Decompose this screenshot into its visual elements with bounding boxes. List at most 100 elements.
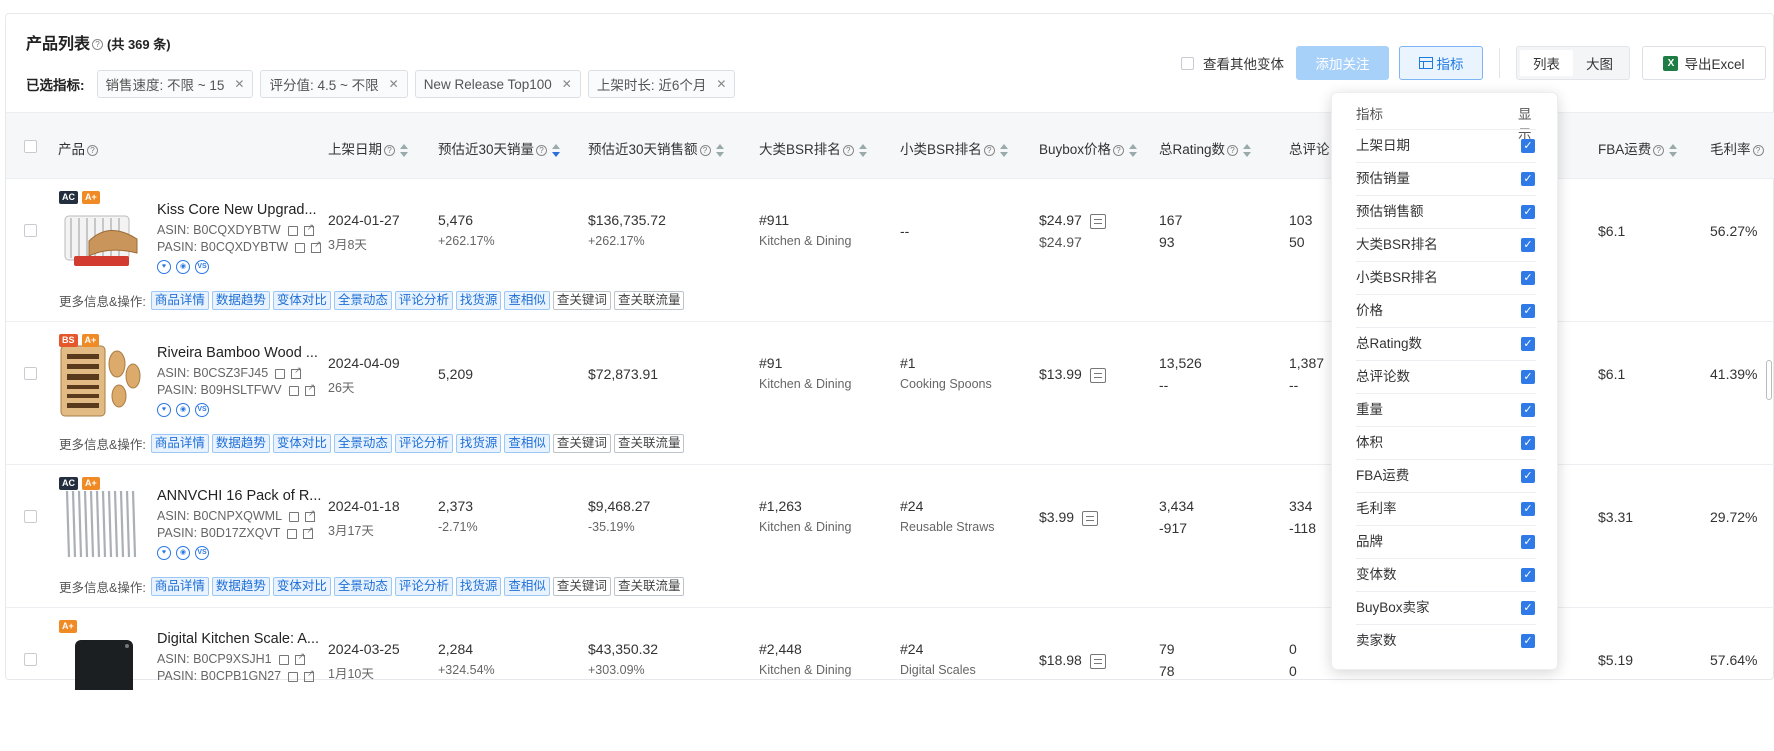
external-link-icon[interactable] [304, 668, 315, 682]
external-link-icon[interactable] [303, 525, 314, 539]
external-link-icon[interactable] [294, 651, 305, 665]
copy-icon[interactable] [278, 654, 289, 665]
product-image[interactable]: A+ [59, 616, 145, 704]
compare-icon[interactable]: VS [195, 545, 209, 560]
copy-icon[interactable] [288, 385, 299, 396]
sort-icon[interactable] [552, 143, 561, 157]
sort-icon[interactable] [999, 143, 1008, 157]
product-image[interactable]: AC A+ [59, 473, 145, 561]
view-icon[interactable]: ◉ [176, 402, 190, 417]
check-icon[interactable]: ✓ [1521, 139, 1535, 153]
help-icon[interactable]: ? [699, 144, 711, 156]
close-icon[interactable]: ✕ [234, 77, 244, 91]
column-reviews[interactable]: 总评论 [1289, 138, 1330, 158]
action-overview[interactable]: 全景动态 [333, 577, 392, 596]
close-icon[interactable]: ✕ [389, 77, 399, 91]
action-sourcing[interactable]: 找货源 [455, 577, 502, 596]
product-image[interactable]: AC A+ [59, 187, 145, 275]
export-excel-button[interactable]: X 导出Excel [1642, 46, 1766, 80]
product-title[interactable]: Kiss Core New Upgrad... [157, 202, 322, 218]
action-review-analysis[interactable]: 评论分析 [394, 577, 453, 596]
filter-chip[interactable]: 销售速度: 不限 ~ 15 ✕ [96, 70, 254, 98]
action-similar[interactable]: 查相似 [504, 291, 550, 310]
copy-icon[interactable] [295, 242, 306, 253]
indicator-item-volume[interactable]: 体积 ✓ [1356, 426, 1536, 459]
check-icon[interactable]: ✓ [1521, 535, 1535, 549]
column-rating-count[interactable]: 总Rating数? [1159, 138, 1252, 158]
view-grid-tab[interactable]: 大图 [1573, 50, 1626, 76]
check-icon[interactable]: ✓ [1521, 436, 1535, 450]
heart-icon[interactable]: ♥ [157, 402, 171, 417]
compare-icon[interactable]: VS [195, 402, 209, 417]
bsr-category[interactable]: Kitchen & Dining [759, 663, 851, 677]
external-link-icon[interactable] [291, 365, 302, 379]
view-list-tab[interactable]: 列表 [1520, 50, 1573, 76]
sort-icon[interactable] [1129, 143, 1138, 157]
indicator-item-weight[interactable]: 重量 ✓ [1356, 393, 1536, 426]
show-variants-toggle[interactable]: 查看其他变体 [1181, 53, 1284, 73]
column-bsr[interactable]: 大类BSR排名? [759, 138, 867, 158]
checkbox[interactable] [1181, 56, 1194, 70]
sort-icon[interactable] [400, 143, 408, 157]
row-checkbox[interactable] [24, 367, 37, 380]
column-est-revenue[interactable]: 预估近30天销售额? [588, 138, 724, 158]
sort-icon[interactable] [858, 143, 867, 157]
row-checkbox[interactable] [24, 510, 37, 523]
action-trend[interactable]: 数据趋势 [211, 577, 270, 596]
help-icon[interactable]: ? [92, 39, 104, 51]
indicator-item-variant-count[interactable]: 变体数 ✓ [1356, 558, 1536, 591]
action-variant-compare[interactable]: 变体对比 [272, 291, 331, 310]
heart-icon[interactable]: ♥ [157, 545, 171, 560]
help-icon[interactable]: ? [842, 144, 854, 156]
action-detail[interactable]: 商品详情 [150, 434, 209, 453]
action-detail[interactable]: 商品详情 [150, 291, 209, 310]
action-traffic[interactable]: 查关联流量 [613, 577, 685, 596]
indicator-button[interactable]: 指标 [1399, 46, 1483, 80]
copy-icon[interactable] [275, 368, 286, 379]
check-icon[interactable]: ✓ [1521, 469, 1535, 483]
check-icon[interactable]: ✓ [1521, 403, 1535, 417]
product-image[interactable]: BS A+ [59, 330, 145, 418]
action-traffic[interactable]: 查关联流量 [613, 291, 685, 310]
sub-bsr-category[interactable]: Reusable Straws [900, 520, 995, 534]
action-overview[interactable]: 全景动态 [333, 434, 392, 453]
sort-icon[interactable] [715, 143, 724, 157]
check-icon[interactable]: ✓ [1521, 304, 1535, 318]
price-history-icon[interactable] [1089, 367, 1106, 383]
row-checkbox[interactable] [24, 653, 37, 666]
check-icon[interactable]: ✓ [1521, 601, 1535, 615]
indicator-item-buybox-seller[interactable]: BuyBox卖家 ✓ [1356, 591, 1536, 624]
action-variant-compare[interactable]: 变体对比 [272, 577, 331, 596]
add-follow-button[interactable]: 添加关注 [1296, 46, 1389, 80]
help-icon[interactable]: ? [1752, 144, 1764, 156]
action-overview[interactable]: 全景动态 [333, 291, 392, 310]
help-icon[interactable]: ? [536, 144, 548, 156]
external-link-icon[interactable] [305, 508, 316, 522]
check-icon[interactable]: ✓ [1521, 238, 1535, 252]
heart-icon[interactable]: ♥ [157, 259, 171, 274]
indicator-item-margin[interactable]: 毛利率 ✓ [1356, 492, 1536, 525]
filter-chip[interactable]: 上架时长: 近6个月 ✕ [587, 70, 736, 98]
action-variant-compare[interactable]: 变体对比 [272, 434, 331, 453]
action-keywords[interactable]: 查关键词 [552, 577, 611, 596]
filter-chip[interactable]: 评分值: 4.5 ~ 不限 ✕ [260, 70, 408, 98]
column-fba-fee[interactable]: FBA运费? [1598, 138, 1678, 158]
help-icon[interactable]: ? [983, 144, 995, 156]
filter-chip[interactable]: New Release Top100 ✕ [414, 70, 581, 98]
action-review-analysis[interactable]: 评论分析 [394, 291, 453, 310]
row-checkbox[interactable] [24, 224, 37, 237]
indicator-item-rating-count[interactable]: 总Rating数 ✓ [1356, 327, 1536, 360]
action-sourcing[interactable]: 找货源 [455, 291, 502, 310]
compare-icon[interactable]: VS [195, 259, 209, 274]
check-icon[interactable]: ✓ [1521, 205, 1535, 219]
check-icon[interactable]: ✓ [1521, 337, 1535, 351]
indicator-item-sub-bsr[interactable]: 小类BSR排名 ✓ [1356, 261, 1536, 294]
select-all-checkbox[interactable] [24, 140, 37, 153]
action-detail[interactable]: 商品详情 [150, 577, 209, 596]
copy-icon[interactable] [288, 671, 299, 682]
copy-icon[interactable] [289, 511, 300, 522]
action-sourcing[interactable]: 找货源 [455, 434, 502, 453]
action-trend[interactable]: 数据趋势 [211, 291, 270, 310]
check-icon[interactable]: ✓ [1521, 634, 1535, 648]
indicator-item-brand[interactable]: 品牌 ✓ [1356, 525, 1536, 558]
